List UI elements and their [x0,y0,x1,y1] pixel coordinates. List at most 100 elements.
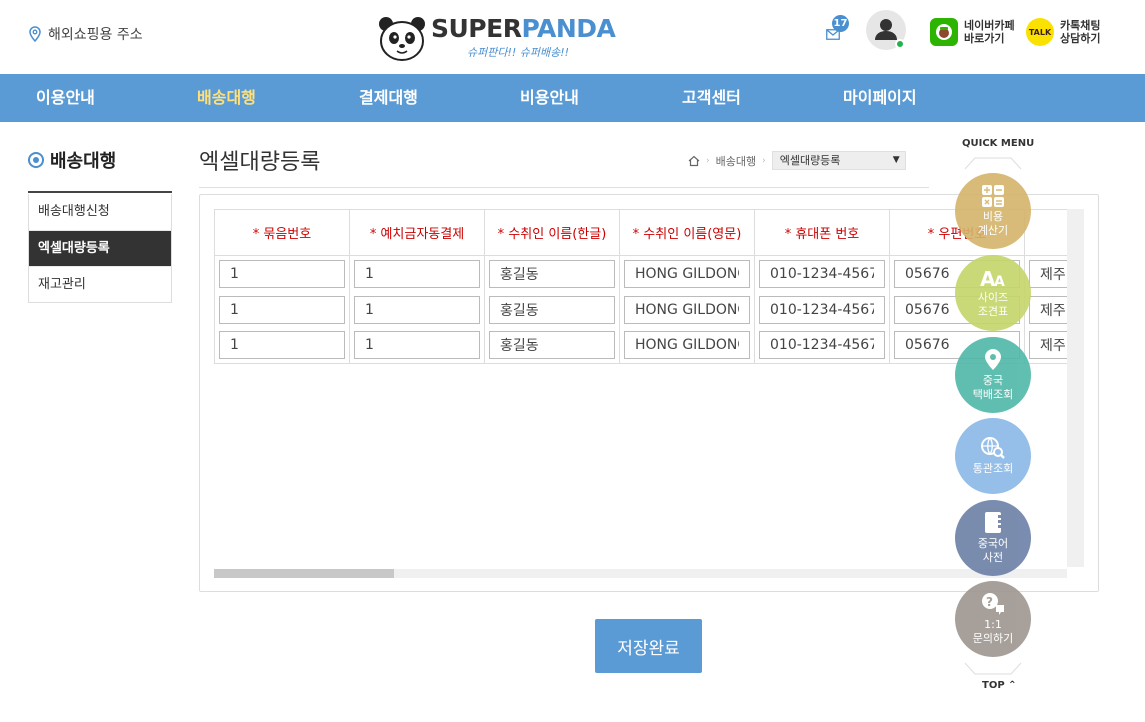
recipient-name-kr-input[interactable] [489,295,615,324]
caret-down-icon: ▼ [892,155,900,165]
quick-menu-cost-calculator[interactable]: 비용 계산기 [955,173,1031,249]
naver-cafe-link[interactable]: 네이버카페 바로가기 [930,18,1015,46]
table-row [214,291,1067,328]
user-avatar[interactable] [866,10,906,50]
quick-menu-label: 조견표 [977,305,1009,318]
horizontal-scrollbar[interactable] [214,569,1067,578]
bundle-number-input[interactable] [219,295,345,324]
excel-table: * 묶음번호 * 예치금자동결제 * 수취인 이름(한글) * 수취인 이름(영… [214,209,1067,364]
quick-menu-chinese-dictionary[interactable]: 중국어 사전 [955,500,1031,576]
quick-menu-bottom-cap [964,662,1022,675]
scroll-top-label: TOP [982,680,1005,691]
horizontal-scrollbar-thumb[interactable] [214,569,394,578]
table-viewport[interactable]: * 묶음번호 * 예치금자동결제 * 수취인 이름(한글) * 수취인 이름(영… [214,209,1067,555]
quick-menu-label: 사전 [982,551,1004,564]
nav-item-mypage[interactable]: 마이페이지 [843,74,917,122]
auto-payment-input[interactable] [354,295,480,324]
font-size-icon: AA [980,267,1005,289]
kakao-chat-label-1: 카톡채팅 [1060,19,1101,32]
breadcrumb-level1[interactable]: 배송대행 [716,153,756,169]
sidebar-item-inventory[interactable]: 재고관리 [29,266,171,302]
quick-menu-label: 중국 [982,374,1004,387]
logo-slogan: 슈퍼판다!! 슈퍼배송!! [467,46,570,59]
nav-item-payment[interactable]: 결제대행 [359,74,418,122]
recipient-name-kr-input[interactable] [489,259,615,288]
kakao-talk-icon-text: TALK [1028,27,1052,37]
table-row [214,327,1067,364]
phone-number-input[interactable] [759,259,885,288]
chevron-up-icon: ⌃ [1008,680,1017,691]
sidebar-title: 배송대행 [28,147,116,173]
svg-text:?: ? [986,595,993,609]
recipient-name-en-input[interactable] [624,331,750,360]
globe-search-icon [981,437,1005,459]
auto-payment-input[interactable] [354,259,480,288]
logo-name-super: SUPER [431,14,522,43]
quick-menu-label: 사이즈 [977,291,1009,304]
recipient-name-en-input[interactable] [624,259,750,288]
overseas-address-link[interactable]: 해외쇼핑용 주소 [28,24,143,44]
column-header: * 묶음번호 [214,209,350,256]
bundle-number-input[interactable] [219,259,345,288]
home-icon[interactable] [688,155,700,167]
page-title: 엑셀대량등록 [199,150,321,175]
sidebar-item-excel-upload[interactable]: 엑셀대량등록 [29,230,171,266]
sidebar-title-text: 배송대행 [50,151,117,172]
quick-menu-china-tracking[interactable]: 중국 택배조회 [955,337,1031,413]
breadcrumb-select[interactable]: 엑셀대량등록 ▼ [771,151,906,170]
column-header [1024,209,1067,256]
sidebar-menu: 배송대행신청 엑셀대량등록 재고관리 [28,194,172,303]
quick-menu-one-to-one-inquiry[interactable]: ? 1:1 문의하기 [955,581,1031,657]
logo-name-panda: PANDA [521,14,616,43]
kakao-chat-label-2: 상담하기 [1060,32,1101,45]
column-header: * 수취인 이름(한글) [484,209,620,256]
logo[interactable]: SUPERPANDA 슈퍼판다!! 슈퍼배송!! [377,10,616,66]
quick-menu-size-chart[interactable]: AA 사이즈 조견표 [955,255,1031,331]
recipient-name-en-input[interactable] [624,295,750,324]
page: 해외쇼핑용 주소 SUPERPANDA 슈퍼판다!! 슈퍼배송!! 17 네이버… [0,0,1145,722]
quick-menu-label: 통관조회 [972,462,1014,475]
question-chat-icon: ? [982,593,1004,615]
quick-menu-customs-check[interactable]: 통관조회 [955,418,1031,494]
save-complete-button[interactable]: 저장완료 [595,619,702,673]
quick-menu-title: QUICK MENU [962,138,1035,149]
auto-payment-input[interactable] [354,331,480,360]
vertical-scrollbar[interactable] [1067,209,1084,567]
address-input[interactable] [1029,295,1067,324]
naver-cafe-icon [930,18,958,46]
quick-menu-label: 1:1 [984,618,1002,631]
header: 해외쇼핑용 주소 SUPERPANDA 슈퍼판다!! 슈퍼배송!! 17 네이버… [0,0,1145,74]
envelope-icon [826,29,840,40]
recipient-name-kr-input[interactable] [489,331,615,360]
breadcrumb-separator-icon: › [762,155,766,166]
nav-item-pricing[interactable]: 비용안내 [520,74,579,122]
nav-item-guide[interactable]: 이용안내 [36,74,95,122]
quick-menu-label: 계산기 [977,224,1009,237]
breadcrumb-separator-icon: › [706,155,710,166]
column-header: * 수취인 이름(영문) [619,209,755,256]
mail-button[interactable]: 17 [826,15,852,44]
nav-item-support[interactable]: 고객센터 [682,74,741,122]
quick-menu-label: 문의하기 [972,632,1014,645]
naver-cafe-label-2: 바로가기 [964,32,1005,45]
address-input[interactable] [1029,331,1067,360]
breadcrumb-select-value: 엑셀대량등록 [779,154,841,167]
bundle-number-input[interactable] [219,331,345,360]
quick-menu-label: 택배조회 [972,388,1014,401]
phone-number-input[interactable] [759,331,885,360]
naver-cafe-label-1: 네이버카페 [964,19,1015,32]
location-pin-icon [29,26,41,42]
title-divider [199,187,929,188]
sidebar-item-shipping-request[interactable]: 배송대행신청 [29,194,171,230]
scroll-top-button[interactable]: TOP ⌃ [982,680,1017,691]
phone-number-input[interactable] [759,295,885,324]
kakao-chat-link[interactable]: TALK 카톡채팅 상담하기 [1026,18,1100,46]
address-input[interactable] [1029,259,1067,288]
column-header: * 휴대폰 번호 [754,209,890,256]
quick-menu-label: 중국어 [977,537,1009,550]
book-icon [985,512,1001,533]
table-header-row: * 묶음번호 * 예치금자동결제 * 수취인 이름(한글) * 수취인 이름(영… [214,209,1067,256]
main-nav: 이용안내 배송대행 결제대행 비용안내 고객센터 마이페이지 [0,74,1145,122]
quick-menu-top-cap [964,157,1022,170]
nav-item-shipping[interactable]: 배송대행 [197,74,256,122]
